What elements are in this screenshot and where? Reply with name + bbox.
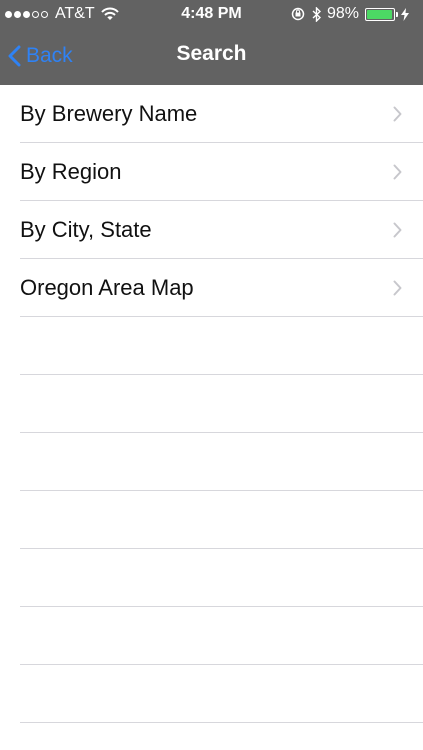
row-separator — [20, 722, 423, 723]
page-title: Search — [176, 42, 247, 65]
chevron-right-icon — [393, 106, 402, 122]
list-item-label: By City, State — [20, 217, 152, 242]
empty-row — [0, 491, 423, 549]
chevron-right-icon — [393, 280, 402, 296]
chevron-right-icon — [393, 164, 402, 180]
list-item-oregon-area-map[interactable]: Oregon Area Map — [0, 259, 423, 317]
chevron-right-icon — [393, 222, 402, 238]
list-item-by-city-state[interactable]: By City, State — [0, 201, 423, 259]
empty-row — [0, 607, 423, 665]
charging-icon — [401, 7, 409, 21]
empty-row — [0, 665, 423, 723]
top-bar: AT&T 4:48 PM 98% Back Search — [0, 0, 423, 85]
navigation-bar: Back Search — [0, 28, 423, 85]
list-item-by-brewery-name[interactable]: By Brewery Name — [0, 85, 423, 143]
list-item-label: By Region — [20, 159, 122, 184]
orientation-lock-icon — [291, 7, 305, 21]
empty-row — [0, 375, 423, 433]
list-item-label: Oregon Area Map — [20, 275, 194, 300]
empty-row — [0, 549, 423, 607]
search-options-list: By Brewery Name By Region By City, State… — [0, 85, 423, 723]
bluetooth-icon — [312, 6, 321, 22]
battery-percent: 98% — [326, 5, 359, 22]
battery-icon — [365, 7, 398, 21]
status-bar: AT&T 4:48 PM 98% — [0, 0, 423, 28]
battery-level — [367, 9, 392, 19]
empty-row — [0, 433, 423, 491]
list-item-by-region[interactable]: By Region — [0, 143, 423, 201]
status-right: 98% — [290, 5, 415, 23]
list-item-label: By Brewery Name — [20, 101, 198, 126]
empty-row — [0, 317, 423, 375]
